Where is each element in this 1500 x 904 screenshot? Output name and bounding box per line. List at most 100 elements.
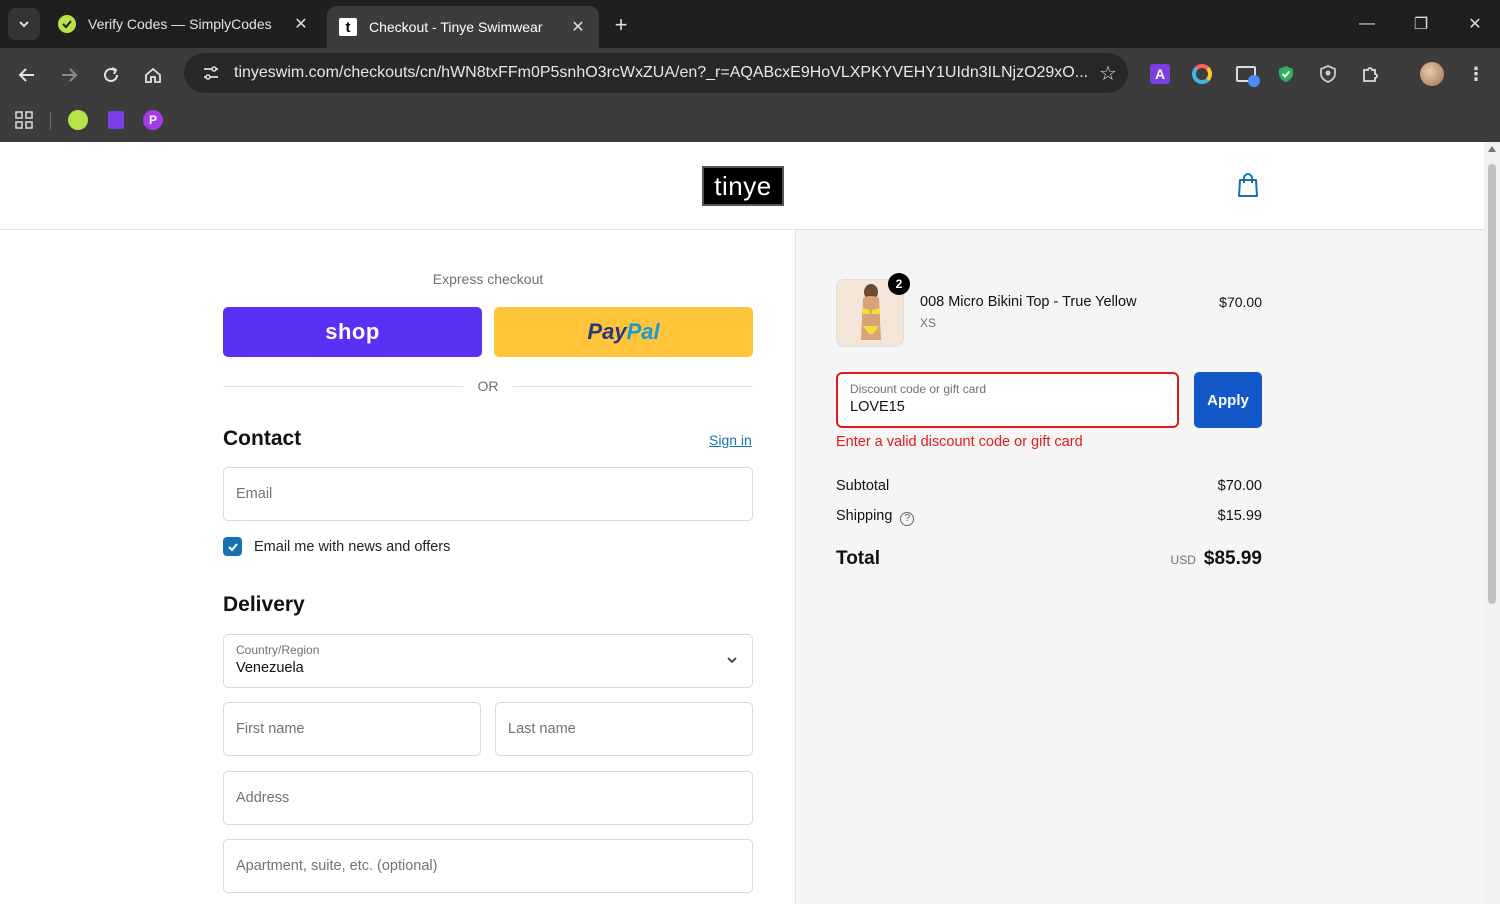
- discount-error-message: Enter a valid discount code or gift card: [836, 434, 1083, 450]
- country-value: Venezuela: [236, 660, 304, 676]
- tab-title: Checkout - Tinye Swimwear: [369, 19, 543, 35]
- tab-title: Verify Codes — SimplyCodes: [88, 16, 272, 32]
- browser-tab-bar: Verify Codes — SimplyCodes ✕ t Checkout …: [0, 0, 1500, 48]
- discount-label: Discount code or gift card: [850, 382, 987, 396]
- sign-in-link[interactable]: Sign in: [709, 432, 752, 448]
- new-tab-button[interactable]: +: [608, 12, 634, 38]
- bookmarks-bar: P: [0, 100, 1500, 142]
- country-select[interactable]: Country/Region Venezuela: [223, 634, 753, 688]
- subtotal-row: Subtotal $70.00: [836, 478, 1262, 494]
- address-bar[interactable]: tinyeswim.com/checkouts/cn/hWN8txFFm0P5s…: [184, 53, 1128, 93]
- divider-line: [223, 386, 463, 387]
- chevron-down-icon: [19, 21, 29, 28]
- paypal-label-part2: Pal: [626, 319, 660, 344]
- last-name-placeholder: Last name: [508, 721, 576, 737]
- address-field[interactable]: Address: [223, 771, 753, 825]
- home-icon: [145, 67, 161, 83]
- tinye-t-icon: t: [339, 18, 357, 36]
- browser-menu-icon[interactable]: ⋮: [1464, 62, 1488, 86]
- checkout-header: tinye: [0, 142, 1484, 230]
- contact-heading: Contact: [223, 427, 302, 450]
- close-tab-icon[interactable]: ✕: [292, 14, 310, 34]
- newsletter-checkbox[interactable]: [223, 537, 242, 556]
- tinye-logo[interactable]: tinye: [702, 166, 784, 206]
- color-ring-extension-icon[interactable]: [1190, 62, 1214, 86]
- total-value: $85.99: [1203, 548, 1262, 569]
- page-scrollbar[interactable]: [1484, 142, 1500, 904]
- simplycodes-bookmark-icon[interactable]: [66, 108, 90, 132]
- scrollbar-thumb[interactable]: [1488, 164, 1496, 604]
- screen-share-extension-icon[interactable]: [1234, 62, 1260, 87]
- shopping-bag-icon[interactable]: [1236, 172, 1262, 200]
- or-divider-label: OR: [477, 378, 499, 394]
- calculator-bookmark-icon[interactable]: [104, 108, 128, 132]
- shipping-value: $15.99: [1217, 508, 1262, 524]
- apply-discount-button[interactable]: Apply: [1194, 372, 1262, 428]
- discount-value: LOVE15: [850, 399, 905, 415]
- simplycodes-icon: [58, 15, 76, 33]
- puzzle-extensions-icon[interactable]: [1358, 62, 1382, 86]
- apartment-placeholder: Apartment, suite, etc. (optional): [236, 858, 438, 874]
- close-tab-icon[interactable]: ✕: [569, 17, 587, 37]
- extension-a-icon[interactable]: A: [1148, 62, 1172, 86]
- minimize-icon[interactable]: —: [1352, 10, 1382, 38]
- checkmark-icon: [227, 542, 238, 551]
- close-window-icon[interactable]: ✕: [1460, 10, 1490, 38]
- subtotal-value: $70.00: [1217, 478, 1262, 494]
- scroll-up-arrow-icon[interactable]: [1488, 146, 1496, 152]
- newsletter-label: Email me with news and offers: [254, 538, 451, 555]
- tab-checkout[interactable]: t Checkout - Tinye Swimwear ✕: [327, 6, 599, 48]
- currency-code: USD: [1170, 553, 1196, 567]
- subtotal-label: Subtotal: [836, 478, 890, 494]
- apps-grid-icon[interactable]: [12, 108, 36, 132]
- shield-check-extension-icon[interactable]: [1274, 62, 1298, 86]
- paypal-label-part1: Pay: [587, 319, 627, 344]
- bookmark-star-icon[interactable]: ☆: [1088, 61, 1128, 86]
- chevron-down-icon: [727, 657, 737, 664]
- shop-pay-button[interactable]: shop: [223, 307, 482, 357]
- browser-toolbar: tinyeswim.com/checkouts/cn/hWN8txFFm0P5s…: [0, 48, 1500, 100]
- shield-extension-icon[interactable]: [1316, 62, 1340, 86]
- order-summary: 2 008 Micro Bikini Top - True Yellow XS …: [795, 230, 1484, 904]
- url-text: tinyeswim.com/checkouts/cn/hWN8txFFm0P5s…: [234, 64, 1088, 81]
- newsletter-option[interactable]: Email me with news and offers: [223, 537, 450, 556]
- reload-button[interactable]: [96, 60, 126, 90]
- first-name-field[interactable]: First name: [223, 702, 481, 756]
- arrow-right-icon: [62, 68, 78, 82]
- total-label: Total: [836, 548, 880, 569]
- last-name-field[interactable]: Last name: [495, 702, 753, 756]
- help-icon[interactable]: ?: [900, 511, 915, 526]
- paypal-button[interactable]: Pay Pal: [494, 307, 753, 357]
- discount-code-input[interactable]: Discount code or gift card LOVE15: [836, 372, 1179, 428]
- address-placeholder: Address: [236, 790, 290, 806]
- delivery-heading: Delivery: [223, 593, 305, 616]
- p-bookmark-icon[interactable]: P: [141, 108, 165, 132]
- country-label: Country/Region: [236, 643, 320, 657]
- bookmark-divider: [50, 112, 51, 130]
- forward-button[interactable]: [54, 60, 84, 90]
- product-name: 008 Micro Bikini Top - True Yellow: [920, 294, 1137, 310]
- product-variant: XS: [920, 316, 937, 330]
- apartment-field[interactable]: Apartment, suite, etc. (optional): [223, 839, 753, 893]
- checkout-form: Express checkout shop Pay Pal OR Contact …: [0, 230, 795, 904]
- tab-search-button[interactable]: [8, 8, 40, 40]
- site-settings-icon[interactable]: [200, 62, 222, 84]
- back-button[interactable]: [12, 60, 42, 90]
- profile-avatar[interactable]: [1420, 62, 1444, 86]
- express-checkout-title: Express checkout: [432, 271, 544, 287]
- checkout-page: tinye Express checkout shop Pay Pal OR Co…: [0, 142, 1484, 904]
- quantity-badge: 2: [888, 273, 910, 295]
- first-name-placeholder: First name: [236, 721, 305, 737]
- home-button[interactable]: [138, 60, 168, 90]
- shipping-row: Shipping? $15.99: [836, 508, 1262, 526]
- email-placeholder: Email: [236, 486, 273, 502]
- shipping-label: Shipping: [836, 508, 893, 524]
- product-price: $70.00: [1219, 294, 1262, 310]
- email-field[interactable]: Email: [223, 467, 753, 521]
- divider-line: [513, 386, 753, 387]
- total-row: Total USD $85.99: [836, 548, 1262, 570]
- tab-simplycodes[interactable]: Verify Codes — SimplyCodes ✕: [46, 6, 322, 42]
- arrow-left-icon: [18, 68, 34, 82]
- restore-icon[interactable]: ❐: [1406, 10, 1436, 38]
- reload-icon: [104, 67, 118, 82]
